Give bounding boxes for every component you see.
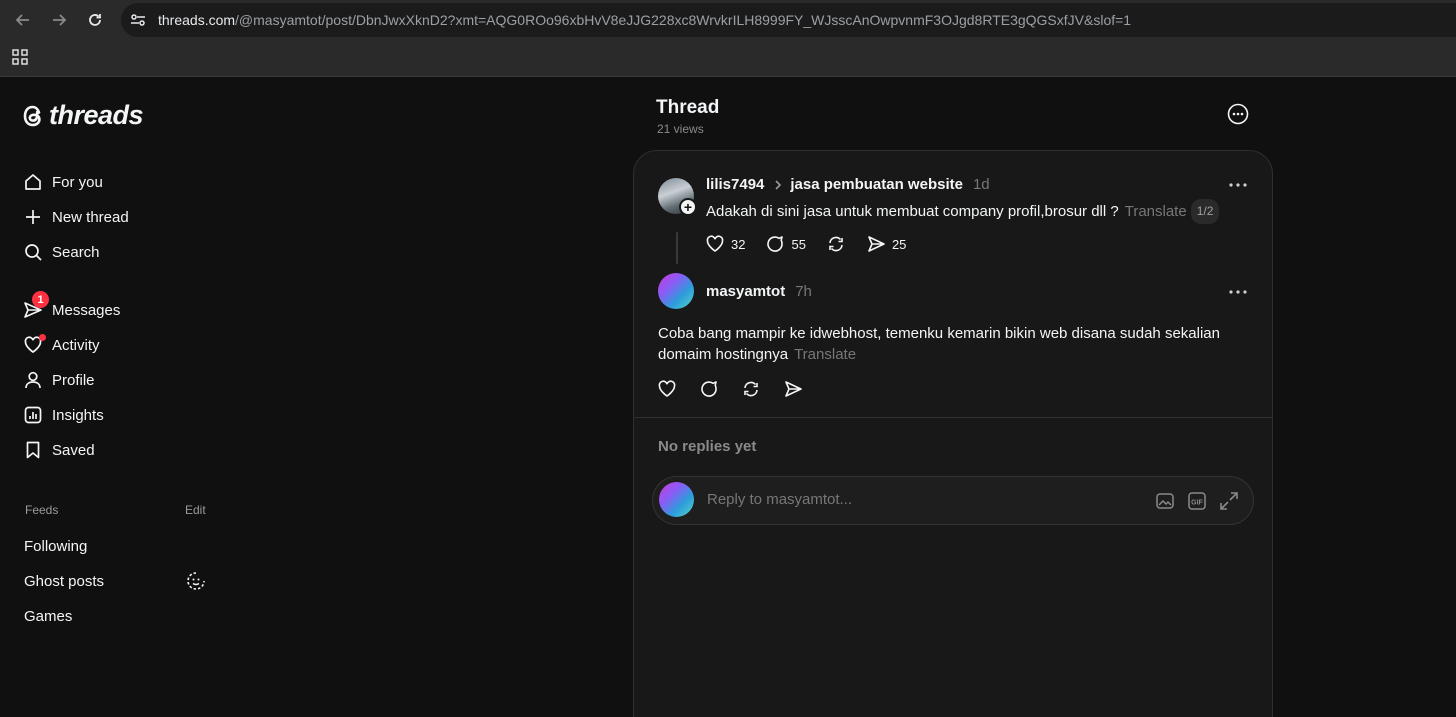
feed-following[interactable]: Following — [24, 538, 87, 555]
nav-insights[interactable]: Insights — [22, 403, 104, 427]
view-count: 21 views — [657, 122, 704, 136]
chart-icon — [22, 404, 44, 426]
nav-for-you[interactable]: For you — [22, 170, 103, 194]
nav-label: For you — [52, 173, 103, 191]
send-icon — [785, 381, 802, 397]
feeds-header: Feeds — [25, 503, 59, 517]
comment-button[interactable] — [699, 379, 719, 399]
post-body: Adakah di sini jasa untuk membuat compan… — [706, 203, 1119, 220]
bookmark-icon — [22, 439, 44, 461]
browser-toolbar: threads.com/@masyamtot/post/DbnJwxXknD2?… — [0, 0, 1456, 40]
apps-grid-icon[interactable] — [12, 49, 28, 65]
feed-games[interactable]: Games — [24, 608, 72, 625]
send-icon: 1 — [22, 291, 49, 321]
divider — [634, 417, 1272, 418]
nav-label: Activity — [52, 336, 100, 354]
share-button[interactable]: 25 — [866, 234, 906, 254]
like-count: 32 — [731, 236, 746, 252]
gif-icon[interactable]: GIF — [1186, 490, 1208, 512]
search-icon — [22, 241, 44, 263]
nav-activity[interactable]: Activity — [22, 333, 100, 357]
avatar — [659, 482, 694, 517]
follow-plus-icon[interactable]: + — [679, 198, 697, 216]
translate-link[interactable]: Translate — [794, 346, 856, 363]
reply-text: Coba bang mampir ke idwebhost, temenku k… — [658, 323, 1248, 365]
share-count: 25 — [891, 236, 907, 252]
nav-saved[interactable]: Saved — [22, 438, 95, 462]
post-username[interactable]: lilis7494 — [706, 176, 764, 193]
page-title: Thread — [656, 97, 720, 118]
logo-text: threads — [49, 100, 144, 130]
thread-connector-line — [676, 232, 678, 264]
heart-icon — [658, 380, 676, 397]
post-text: Adakah di sini jasa untuk membuat compan… — [706, 199, 1220, 224]
home-icon — [22, 171, 44, 193]
repost-icon — [829, 236, 843, 252]
nav-label: New thread — [52, 208, 129, 226]
reply-actions — [657, 379, 823, 399]
nav-label: Profile — [52, 371, 95, 389]
ghost-icon — [187, 572, 205, 590]
like-button[interactable] — [657, 379, 677, 399]
forward-icon[interactable] — [47, 8, 71, 32]
chevron-right-icon — [774, 179, 784, 191]
nav-label: Search — [52, 243, 100, 261]
repost-button[interactable] — [741, 379, 761, 399]
comment-button[interactable]: 55 — [765, 234, 806, 254]
feed-ghost-posts[interactable]: Ghost posts — [24, 573, 104, 590]
person-icon — [22, 369, 44, 391]
expand-icon[interactable] — [1218, 490, 1240, 512]
address-bar[interactable]: threads.com/@masyamtot/post/DbnJwxXknD2?… — [121, 3, 1456, 37]
reply-placeholder[interactable]: Reply to masyamtot... — [707, 491, 852, 508]
post-topic[interactable]: jasa pembuatan website — [790, 176, 963, 193]
svg-text:GIF: GIF — [1191, 500, 1203, 507]
post-body: Coba bang mampir ke idwebhost, temenku k… — [658, 325, 1220, 363]
repost-icon — [744, 381, 758, 397]
comment-icon — [701, 381, 717, 397]
nav-search[interactable]: Search — [22, 240, 100, 264]
plus-icon — [22, 206, 44, 228]
like-button[interactable]: 32 — [705, 234, 745, 254]
post-username[interactable]: masyamtot — [706, 283, 785, 300]
bookmarks-bar — [0, 40, 1456, 77]
comment-icon — [767, 236, 784, 252]
translate-link[interactable]: Translate — [1125, 203, 1187, 220]
back-icon[interactable] — [11, 8, 35, 32]
send-icon — [868, 236, 885, 252]
post-more-icon[interactable] — [1228, 289, 1248, 295]
no-replies-text: No replies yet — [658, 438, 757, 455]
heart-icon — [22, 334, 46, 356]
more-options-icon[interactable] — [1227, 103, 1249, 125]
feeds-edit-link[interactable]: Edit — [185, 503, 206, 517]
nav-profile[interactable]: Profile — [22, 368, 95, 392]
messages-badge: 1 — [32, 291, 49, 308]
site-info-icon[interactable] — [129, 11, 147, 29]
nav-messages[interactable]: 1 Messages — [22, 291, 121, 322]
activity-dot — [39, 334, 46, 341]
post-actions: 32 55 25 — [705, 234, 926, 254]
nav-label: Messages — [52, 301, 121, 319]
comment-count: 55 — [791, 236, 806, 252]
reply-post-header: masyamtot 7h — [706, 283, 812, 300]
image-icon[interactable] — [1154, 490, 1176, 512]
post-time: 1d — [972, 176, 990, 193]
threads-at-icon — [23, 105, 41, 126]
reload-icon[interactable] — [83, 8, 107, 32]
threads-logo[interactable]: threads — [21, 100, 144, 131]
nav-label: Insights — [52, 406, 104, 424]
post-more-icon[interactable] — [1228, 182, 1248, 188]
nav-new-thread[interactable]: New thread — [22, 205, 129, 229]
heart-icon — [706, 235, 724, 252]
nav-label: Saved — [52, 441, 95, 459]
share-button[interactable] — [783, 379, 803, 399]
avatar[interactable] — [658, 273, 694, 309]
repost-button[interactable] — [826, 234, 846, 254]
url-text[interactable]: threads.com/@masyamtot/post/DbnJwxXknD2?… — [158, 12, 1131, 28]
original-post-header: lilis7494 jasa pembuatan website 1d — [706, 176, 990, 193]
page-indicator: 1/2 — [1190, 199, 1220, 224]
post-time: 7h — [795, 283, 812, 300]
